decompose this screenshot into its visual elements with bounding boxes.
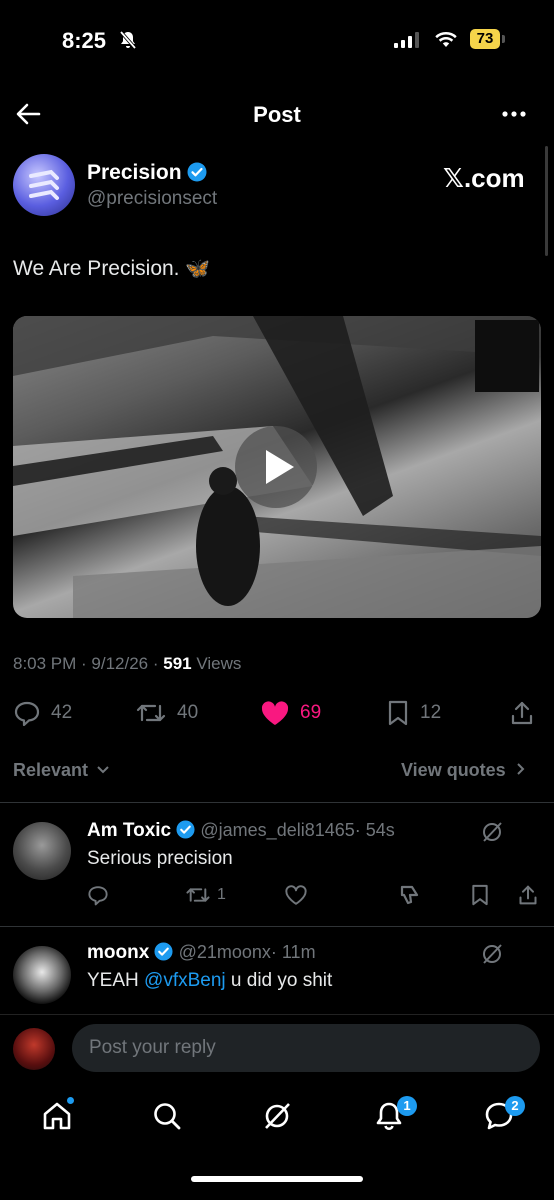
reply-time: · 54s: [354, 820, 395, 840]
home-unread-dot: [67, 1097, 74, 1104]
play-button[interactable]: [235, 426, 317, 508]
post-video[interactable]: [13, 316, 541, 618]
chevron-right-icon: [517, 763, 525, 775]
reply-repost-button[interactable]: 1: [185, 884, 226, 906]
reply-avatar[interactable]: [13, 822, 71, 880]
reply-author-name[interactable]: moonx: [87, 942, 149, 963]
reply-author[interactable]: moonx @21moonx· 11m: [87, 942, 316, 964]
home-indicator: [191, 1176, 363, 1182]
search-icon: [154, 1103, 181, 1130]
thumbs-down-icon: [400, 885, 419, 905]
source-label: 𝕏.com: [443, 163, 525, 193]
reply-text: Serious precision: [87, 848, 233, 869]
heart-filled-icon: [261, 701, 289, 725]
butterfly-emoji: 🦋: [185, 258, 211, 280]
grok-icon: [483, 944, 502, 964]
verified-badge-icon: [154, 942, 173, 961]
grok-icon: [483, 822, 502, 842]
bookmark-button[interactable]: 12: [386, 700, 441, 726]
tab-home[interactable]: [41, 1100, 73, 1132]
repost-count: 40: [177, 702, 199, 723]
author-avatar[interactable]: [13, 154, 75, 216]
reply-handle[interactable]: @james_deli81465: [200, 820, 354, 840]
repost-button[interactable]: 40: [135, 700, 198, 726]
bookmark-icon: [388, 700, 408, 726]
share-icon: [511, 701, 533, 725]
home-icon: [43, 1102, 71, 1130]
reply-bookmark-button[interactable]: [470, 884, 490, 906]
reply-avatar[interactable]: [13, 946, 71, 1004]
share-icon: [519, 885, 537, 905]
tab-search[interactable]: [151, 1100, 183, 1132]
post-meta: 8:03 PM · 9/12/26 · 591 Views: [13, 654, 242, 673]
reply-author[interactable]: Am Toxic @james_deli81465· 54s: [87, 820, 395, 842]
verified-badge-icon: [176, 820, 195, 839]
reply-share-button[interactable]: [518, 884, 538, 906]
wifi-icon: [434, 30, 458, 48]
reply-icon: [88, 886, 108, 906]
more-dots-icon: [502, 111, 526, 117]
notifications-badge: 1: [397, 1096, 417, 1116]
reply-like-button[interactable]: [284, 884, 308, 906]
repost-icon: [136, 704, 166, 722]
chevron-down-icon: [97, 766, 109, 774]
reply-author-name[interactable]: Am Toxic: [87, 820, 171, 841]
reply-text-prefix: YEAH: [87, 970, 145, 991]
more-options-button[interactable]: [500, 100, 528, 128]
play-icon: [266, 450, 294, 484]
page-title: Post: [253, 102, 301, 127]
author-handle[interactable]: @precisionsect: [87, 188, 217, 210]
messages-badge: 2: [505, 1096, 525, 1116]
reply-time: · 11m: [270, 942, 316, 962]
grok-icon: [265, 1103, 290, 1129]
divider: [0, 802, 554, 803]
status-time: 8:25: [62, 28, 107, 53]
battery-cap: [502, 35, 505, 43]
bell-off-icon: [118, 30, 138, 50]
tab-grok[interactable]: [261, 1100, 293, 1132]
reply-icon: [14, 701, 40, 726]
reply-repost-count: 1: [217, 886, 226, 903]
view-quotes-label: View quotes: [401, 760, 506, 780]
bookmark-icon: [472, 884, 488, 906]
author-name[interactable]: Precision: [87, 161, 207, 185]
post-text: We Are Precision. 🦋: [13, 256, 210, 281]
sort-dropdown[interactable]: Relevant: [13, 760, 110, 781]
reply-reply-button[interactable]: [87, 884, 109, 906]
battery-indicator: 73: [470, 29, 500, 49]
view-quotes-link[interactable]: View quotes: [401, 760, 526, 781]
precision-logo-icon: [29, 169, 59, 200]
reply-input[interactable]: Post your reply: [72, 1024, 540, 1072]
post-text-content: We Are Precision.: [13, 257, 180, 280]
reply-text: YEAH @vfxBenj u did yo shit: [87, 970, 332, 992]
author-name-text[interactable]: Precision: [87, 161, 182, 184]
divider: [0, 926, 554, 927]
views-label: Views: [196, 654, 242, 673]
sort-label: Relevant: [13, 760, 89, 780]
view-count: 591: [163, 654, 192, 673]
grok-button[interactable]: [480, 942, 504, 966]
scrollbar[interactable]: [545, 146, 548, 256]
heart-icon: [285, 885, 307, 905]
repost-icon: [186, 888, 210, 902]
mention-link[interactable]: @vfxBenj: [144, 970, 226, 991]
bookmark-count: 12: [420, 702, 442, 723]
grok-button[interactable]: [480, 820, 504, 844]
reply-dislike-button[interactable]: [398, 884, 422, 906]
post-date: 9/12/26: [91, 654, 149, 673]
share-button[interactable]: [510, 700, 534, 726]
reply-handle[interactable]: @21moonx: [179, 942, 271, 962]
post-time: 8:03 PM: [13, 654, 77, 673]
reply-button[interactable]: 42: [13, 700, 72, 726]
like-count: 69: [300, 702, 322, 723]
reply-count: 42: [51, 702, 73, 723]
reply-text-suffix: u did yo shit: [225, 970, 333, 991]
cell-signal-icon: [394, 32, 420, 48]
verified-badge-icon: [187, 162, 207, 182]
my-avatar[interactable]: [13, 1028, 55, 1070]
like-button[interactable]: 69: [260, 700, 321, 726]
